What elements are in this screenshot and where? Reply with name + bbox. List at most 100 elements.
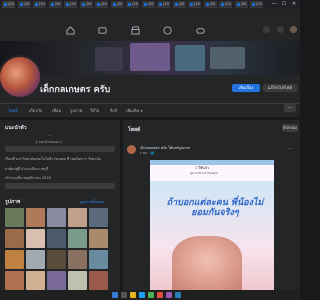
photo-thumbnail[interactable] [5,229,24,248]
browser-tab[interactable]: (20 [188,1,201,8]
photo-thumbnail[interactable] [26,250,45,269]
intro-location: อาศัยอยู่ที่ อำเภอเมืองราชบุรี [5,167,49,171]
profile-name: เด็กกลเกษตร ครับ [40,85,111,95]
app-icon[interactable] [175,292,181,298]
profile-tabs [0,103,300,118]
facebook-favicon-icon [4,3,7,6]
photo-thumbnail[interactable] [89,250,108,269]
browser-tab[interactable]: (20 [17,1,31,8]
app-icon[interactable] [166,292,172,298]
post-meta: 1 ชม. · 🌐 [140,151,155,155]
tab-friends[interactable]: เพื่อน [52,107,61,114]
marketplace-icon[interactable] [131,26,140,35]
close-window-button[interactable]: ✕ [290,0,298,9]
facebook-favicon-icon [19,3,23,6]
add-story-button[interactable]: เพิ่มเรื่อง [232,84,260,92]
photo-thumbnail[interactable] [89,208,108,227]
filter-button[interactable]: ตัวกรอง [282,124,298,132]
browser-tab[interactable]: (20 [2,1,15,8]
gaming-icon[interactable] [196,26,205,35]
browser-tab[interactable]: (20 [64,1,77,8]
browser-tab-label: (20 [163,2,169,6]
groups-icon[interactable] [163,26,172,35]
browser-tab[interactable]: (20 [234,1,248,8]
browser-tab[interactable]: (20 [48,1,62,8]
profile-avatar[interactable] [0,55,42,99]
browser-tab[interactable]: (20 [95,1,108,8]
chrome-icon[interactable] [148,292,154,298]
facebook-favicon-icon [190,3,193,6]
facebook-favicon-icon [50,3,54,6]
facebook-favicon-icon [236,3,240,6]
browser-tab[interactable]: (20 [79,1,93,8]
photo-thumbnail[interactable] [47,271,66,290]
tab-posts[interactable]: โพสต์ [8,107,18,114]
facebook-favicon-icon [35,3,38,6]
account-icon[interactable] [289,25,298,34]
photo-thumbnail[interactable] [47,229,66,248]
facebook-favicon-icon [97,3,100,6]
facebook-top-nav [0,9,300,42]
tab-photos[interactable]: รูปภาพ [70,107,82,114]
edit-bio-button[interactable] [5,146,115,152]
photo-thumbnail[interactable] [5,271,24,290]
facebook-favicon-icon [159,3,162,6]
photo-thumbnail[interactable] [5,250,24,269]
home-icon[interactable] [66,26,75,35]
photo-thumbnail[interactable] [47,208,66,227]
search-icon[interactable] [121,292,127,298]
see-all-photos-link[interactable]: ดูรูปภาพทั้งหมด [80,199,104,205]
browser-tab[interactable]: (20 [141,1,155,8]
photo-thumbnail[interactable] [68,229,87,248]
facebook-favicon-icon [143,3,147,6]
photo-thumbnail[interactable] [26,208,45,227]
facebook-favicon-icon [81,3,85,6]
photo-thumbnail[interactable] [47,250,66,269]
edit-profile-button[interactable]: แก้ไขโปรไฟล์ [263,84,297,92]
post-author-avatar[interactable] [127,145,136,154]
facebook-favicon-icon [66,3,69,6]
browser-tab[interactable]: (20 [33,1,46,8]
browser-tab[interactable]: (20 [110,1,124,8]
browser-tab[interactable]: (20 [157,1,170,8]
browser-tab[interactable]: (20 [219,1,232,8]
photo-thumbnail[interactable] [89,271,108,290]
notifications-icon[interactable] [276,25,285,34]
browser-tab-label: (20 [147,2,154,6]
browser-tab[interactable]: (20 [172,1,186,8]
browser-tab[interactable]: (20 [126,1,139,8]
facebook-favicon-icon [112,3,116,6]
browser-tab-label: (20 [240,2,247,6]
photo-thumbnail[interactable] [68,250,87,269]
tab-about[interactable]: เกี่ยวกับ [29,107,42,114]
tab-more[interactable]: เพิ่มเติม ▾ [126,107,143,114]
browser-tab-label: (20 [54,2,61,6]
maximize-button[interactable]: ☐ [280,0,288,9]
browser-tab[interactable]: (20 [203,1,217,8]
photo-thumbnail[interactable] [26,271,45,290]
post-options-icon[interactable]: ··· [288,146,293,152]
browser-tab[interactable]: (20 [250,1,263,8]
photo-thumbnail[interactable] [26,229,45,248]
edge-icon[interactable] [139,292,145,298]
file-explorer-icon[interactable] [130,292,136,298]
browser-tab-label: (20 [178,2,185,6]
image-caption: ถ้าบอกแต่ละคน พี่น้องไม่ ยอมกันจริงๆ [166,198,264,218]
facebook-favicon-icon [174,3,178,6]
browser-tab-label: (20 [194,2,200,6]
more-options-button[interactable]: ··· [284,104,296,112]
start-icon[interactable] [112,292,118,298]
app-icon[interactable] [157,292,163,298]
edit-details-button[interactable] [5,183,115,189]
messenger-icon[interactable] [262,25,271,34]
browser-tab-label: (20 [256,2,262,6]
cover-photo[interactable] [0,41,300,75]
tab-reels[interactable]: รีลส์ [110,107,117,114]
photo-thumbnail[interactable] [68,271,87,290]
minimize-button[interactable]: — [270,0,278,9]
video-icon[interactable] [98,26,107,35]
photo-thumbnail[interactable] [68,208,87,227]
tab-videos[interactable]: วิดีโอ [90,107,99,114]
photo-thumbnail[interactable] [5,208,24,227]
photo-thumbnail[interactable] [89,229,108,248]
